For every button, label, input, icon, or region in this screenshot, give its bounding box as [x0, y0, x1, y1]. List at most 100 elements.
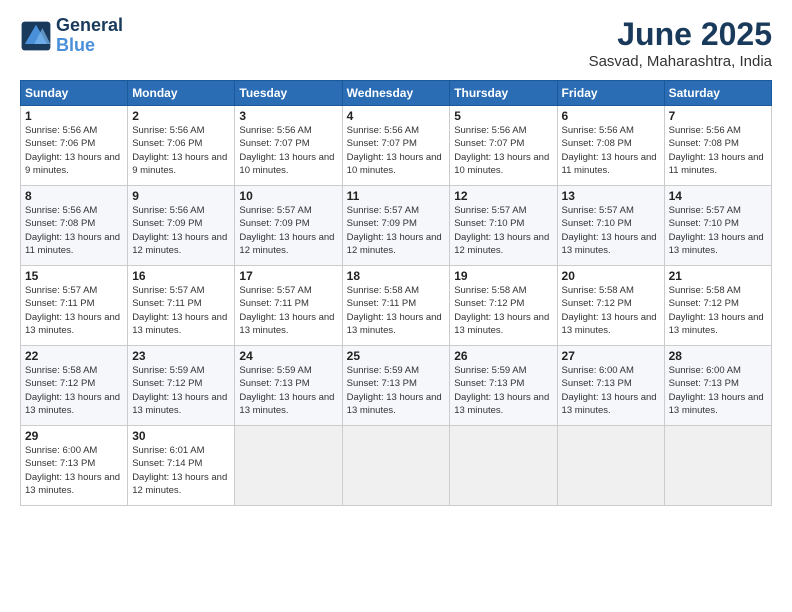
calendar-cell-day-30: 30 Sunrise: 6:01 AM Sunset: 7:14 PM Dayl… [128, 426, 235, 506]
day-info: Sunrise: 5:59 AM Sunset: 7:12 PM Dayligh… [132, 364, 230, 417]
day-number: 1 [25, 109, 123, 123]
logo: GeneralBlue [20, 16, 123, 56]
day-number: 6 [562, 109, 660, 123]
calendar-cell-day-19: 19 Sunrise: 5:58 AM Sunset: 7:12 PM Dayl… [450, 266, 557, 346]
calendar-cell-day-7: 7 Sunrise: 5:56 AM Sunset: 7:08 PM Dayli… [664, 106, 771, 186]
calendar-cell-empty [557, 426, 664, 506]
day-number: 3 [239, 109, 337, 123]
day-number: 8 [25, 189, 123, 203]
day-number: 26 [454, 349, 552, 363]
calendar-cell-day-20: 20 Sunrise: 5:58 AM Sunset: 7:12 PM Dayl… [557, 266, 664, 346]
day-number: 9 [132, 189, 230, 203]
calendar: Sunday Monday Tuesday Wednesday Thursday… [20, 80, 772, 506]
logo-icon [20, 20, 52, 52]
day-number: 19 [454, 269, 552, 283]
day-info: Sunrise: 5:57 AM Sunset: 7:09 PM Dayligh… [239, 204, 337, 257]
calendar-cell-day-21: 21 Sunrise: 5:58 AM Sunset: 7:12 PM Dayl… [664, 266, 771, 346]
calendar-cell-day-3: 3 Sunrise: 5:56 AM Sunset: 7:07 PM Dayli… [235, 106, 342, 186]
day-number: 17 [239, 269, 337, 283]
day-info: Sunrise: 5:57 AM Sunset: 7:10 PM Dayligh… [562, 204, 660, 257]
day-info: Sunrise: 5:57 AM Sunset: 7:11 PM Dayligh… [132, 284, 230, 337]
calendar-cell-day-6: 6 Sunrise: 5:56 AM Sunset: 7:08 PM Dayli… [557, 106, 664, 186]
day-info: Sunrise: 5:56 AM Sunset: 7:08 PM Dayligh… [25, 204, 123, 257]
day-number: 15 [25, 269, 123, 283]
day-number: 7 [669, 109, 767, 123]
day-info: Sunrise: 5:58 AM Sunset: 7:12 PM Dayligh… [25, 364, 123, 417]
day-info: Sunrise: 5:56 AM Sunset: 7:06 PM Dayligh… [25, 124, 123, 177]
day-info: Sunrise: 5:58 AM Sunset: 7:12 PM Dayligh… [454, 284, 552, 337]
calendar-cell-day-17: 17 Sunrise: 5:57 AM Sunset: 7:11 PM Dayl… [235, 266, 342, 346]
day-info: Sunrise: 6:01 AM Sunset: 7:14 PM Dayligh… [132, 444, 230, 497]
col-monday: Monday [128, 81, 235, 106]
day-number: 20 [562, 269, 660, 283]
calendar-week-row: 8 Sunrise: 5:56 AM Sunset: 7:08 PM Dayli… [21, 186, 772, 266]
day-number: 14 [669, 189, 767, 203]
day-info: Sunrise: 6:00 AM Sunset: 7:13 PM Dayligh… [25, 444, 123, 497]
calendar-week-row: 22 Sunrise: 5:58 AM Sunset: 7:12 PM Dayl… [21, 346, 772, 426]
calendar-week-row: 29 Sunrise: 6:00 AM Sunset: 7:13 PM Dayl… [21, 426, 772, 506]
day-number: 12 [454, 189, 552, 203]
day-number: 2 [132, 109, 230, 123]
day-info: Sunrise: 5:56 AM Sunset: 7:08 PM Dayligh… [562, 124, 660, 177]
day-info: Sunrise: 5:57 AM Sunset: 7:09 PM Dayligh… [347, 204, 446, 257]
calendar-cell-day-22: 22 Sunrise: 5:58 AM Sunset: 7:12 PM Dayl… [21, 346, 128, 426]
calendar-cell-day-26: 26 Sunrise: 5:59 AM Sunset: 7:13 PM Dayl… [450, 346, 557, 426]
day-number: 30 [132, 429, 230, 443]
day-info: Sunrise: 6:00 AM Sunset: 7:13 PM Dayligh… [669, 364, 767, 417]
col-thursday: Thursday [450, 81, 557, 106]
col-saturday: Saturday [664, 81, 771, 106]
day-info: Sunrise: 5:58 AM Sunset: 7:11 PM Dayligh… [347, 284, 446, 337]
calendar-cell-day-11: 11 Sunrise: 5:57 AM Sunset: 7:09 PM Dayl… [342, 186, 450, 266]
calendar-cell-day-9: 9 Sunrise: 5:56 AM Sunset: 7:09 PM Dayli… [128, 186, 235, 266]
day-number: 25 [347, 349, 446, 363]
calendar-cell-empty [450, 426, 557, 506]
calendar-cell-day-13: 13 Sunrise: 5:57 AM Sunset: 7:10 PM Dayl… [557, 186, 664, 266]
day-number: 13 [562, 189, 660, 203]
day-number: 4 [347, 109, 446, 123]
calendar-week-row: 1 Sunrise: 5:56 AM Sunset: 7:06 PM Dayli… [21, 106, 772, 186]
logo-blue-text: Blue [56, 35, 95, 55]
calendar-cell-day-24: 24 Sunrise: 5:59 AM Sunset: 7:13 PM Dayl… [235, 346, 342, 426]
calendar-cell-day-25: 25 Sunrise: 5:59 AM Sunset: 7:13 PM Dayl… [342, 346, 450, 426]
day-number: 23 [132, 349, 230, 363]
logo-text: GeneralBlue [56, 16, 123, 56]
day-info: Sunrise: 5:59 AM Sunset: 7:13 PM Dayligh… [454, 364, 552, 417]
day-info: Sunrise: 6:00 AM Sunset: 7:13 PM Dayligh… [562, 364, 660, 417]
day-number: 11 [347, 189, 446, 203]
calendar-cell-empty [235, 426, 342, 506]
calendar-cell-day-4: 4 Sunrise: 5:56 AM Sunset: 7:07 PM Dayli… [342, 106, 450, 186]
day-info: Sunrise: 5:58 AM Sunset: 7:12 PM Dayligh… [562, 284, 660, 337]
day-number: 22 [25, 349, 123, 363]
calendar-cell-day-28: 28 Sunrise: 6:00 AM Sunset: 7:13 PM Dayl… [664, 346, 771, 426]
col-wednesday: Wednesday [342, 81, 450, 106]
day-info: Sunrise: 5:56 AM Sunset: 7:08 PM Dayligh… [669, 124, 767, 177]
day-number: 28 [669, 349, 767, 363]
col-tuesday: Tuesday [235, 81, 342, 106]
day-number: 10 [239, 189, 337, 203]
calendar-cell-day-10: 10 Sunrise: 5:57 AM Sunset: 7:09 PM Dayl… [235, 186, 342, 266]
day-info: Sunrise: 5:56 AM Sunset: 7:07 PM Dayligh… [454, 124, 552, 177]
day-info: Sunrise: 5:57 AM Sunset: 7:10 PM Dayligh… [454, 204, 552, 257]
calendar-week-row: 15 Sunrise: 5:57 AM Sunset: 7:11 PM Dayl… [21, 266, 772, 346]
day-info: Sunrise: 5:59 AM Sunset: 7:13 PM Dayligh… [239, 364, 337, 417]
calendar-cell-day-8: 8 Sunrise: 5:56 AM Sunset: 7:08 PM Dayli… [21, 186, 128, 266]
calendar-cell-empty [342, 426, 450, 506]
calendar-cell-day-23: 23 Sunrise: 5:59 AM Sunset: 7:12 PM Dayl… [128, 346, 235, 426]
calendar-cell-day-14: 14 Sunrise: 5:57 AM Sunset: 7:10 PM Dayl… [664, 186, 771, 266]
day-info: Sunrise: 5:56 AM Sunset: 7:07 PM Dayligh… [239, 124, 337, 177]
calendar-cell-day-27: 27 Sunrise: 6:00 AM Sunset: 7:13 PM Dayl… [557, 346, 664, 426]
day-number: 16 [132, 269, 230, 283]
day-number: 29 [25, 429, 123, 443]
calendar-cell-day-29: 29 Sunrise: 6:00 AM Sunset: 7:13 PM Dayl… [21, 426, 128, 506]
calendar-cell-empty [664, 426, 771, 506]
day-info: Sunrise: 5:57 AM Sunset: 7:11 PM Dayligh… [25, 284, 123, 337]
header: GeneralBlue June 2025 Sasvad, Maharashtr… [20, 16, 772, 70]
page: GeneralBlue June 2025 Sasvad, Maharashtr… [0, 0, 792, 612]
calendar-cell-day-15: 15 Sunrise: 5:57 AM Sunset: 7:11 PM Dayl… [21, 266, 128, 346]
location-title: Sasvad, Maharashtra, India [589, 53, 772, 70]
day-info: Sunrise: 5:57 AM Sunset: 7:10 PM Dayligh… [669, 204, 767, 257]
col-friday: Friday [557, 81, 664, 106]
day-info: Sunrise: 5:57 AM Sunset: 7:11 PM Dayligh… [239, 284, 337, 337]
day-info: Sunrise: 5:58 AM Sunset: 7:12 PM Dayligh… [669, 284, 767, 337]
calendar-cell-day-2: 2 Sunrise: 5:56 AM Sunset: 7:06 PM Dayli… [128, 106, 235, 186]
